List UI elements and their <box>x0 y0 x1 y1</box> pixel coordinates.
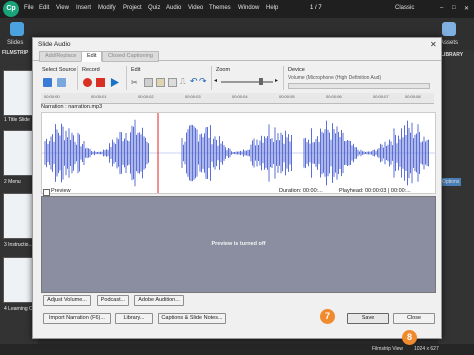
paste-icon[interactable] <box>156 78 165 87</box>
close-button[interactable]: Close <box>393 313 435 324</box>
zoom-slider[interactable] <box>221 81 273 83</box>
menu-themes[interactable]: Themes <box>209 5 231 11</box>
microphone-source-icon[interactable] <box>43 78 52 87</box>
preview-message: Preview is turned off <box>211 241 266 247</box>
edit-label: Edit <box>131 67 141 73</box>
filmstrip-header: FILMSTRIP <box>2 50 29 56</box>
slides-label: Slides <box>7 40 24 46</box>
redo-icon[interactable]: ↷ <box>199 76 207 87</box>
dialog-title: Slide Audio <box>38 41 71 48</box>
duration-label: Duration: <box>279 188 302 194</box>
toolbar-separator <box>77 66 78 90</box>
device-label: Device <box>288 67 305 73</box>
stop-icon[interactable] <box>96 78 105 87</box>
right-panel: LIBRARY Options <box>438 50 474 355</box>
adjust-volume-button[interactable]: Adjust Volume... <box>43 295 91 306</box>
duration-readout: Duration: 00:00:... <box>279 188 323 194</box>
tab-edit[interactable]: Edit <box>81 51 103 62</box>
menu-project[interactable]: Project <box>123 5 142 11</box>
record-icon[interactable] <box>83 78 92 87</box>
ruler-tick: 00:00:04 <box>232 94 248 99</box>
silence-icon[interactable]: ⎍ <box>180 77 186 87</box>
menu-view[interactable]: View <box>56 5 69 11</box>
ruler-tick: 00:00:00 <box>44 94 60 99</box>
captivate-logo: Cp <box>3 1 19 17</box>
copy-icon[interactable] <box>144 78 153 87</box>
menu-edit[interactable]: Edit <box>39 5 49 11</box>
preview-area: Preview is turned off <box>41 196 436 293</box>
narration-file-label: Narration : narration.mp3 <box>41 104 103 110</box>
play-icon[interactable] <box>110 78 119 87</box>
zoom-in-icon[interactable]: ▸ <box>275 77 278 84</box>
menu-modify[interactable]: Modify <box>98 5 116 11</box>
time-total: 00:00:... <box>390 188 411 194</box>
playhead-value: 00:00:03 <box>365 188 387 194</box>
slide-audio-dialog: Slide Audio ✕ Add/Replace Edit Closed Ca… <box>32 37 442 339</box>
adobe-audition-button[interactable]: Adobe Audition... <box>134 295 184 306</box>
preview-label: Preview <box>51 188 71 194</box>
tab-add-replace[interactable]: Add/Replace <box>39 51 83 62</box>
podcast-button[interactable]: Podcast... <box>97 295 129 306</box>
library-button[interactable]: Library... <box>115 313 153 324</box>
ruler-tick: 00:00:08 <box>405 94 421 99</box>
save-button[interactable]: Save <box>347 313 389 324</box>
menu-insert[interactable]: Insert <box>76 5 91 11</box>
menu-video[interactable]: Video <box>188 5 203 11</box>
playhead-readout: Playhead: 00:00:03 | 00:00:... <box>339 188 411 194</box>
toolbar-separator <box>126 66 127 90</box>
page-counter: 1 / 7 <box>310 5 322 11</box>
menu-file[interactable]: File <box>24 5 34 11</box>
assets-label: Assets <box>440 40 459 46</box>
step-8-callout: 8 <box>402 330 417 345</box>
ruler-tick: 00:00:02 <box>138 94 154 99</box>
zoom-slider-thumb[interactable] <box>259 78 263 85</box>
duration-value: 00:00:... <box>302 188 323 194</box>
record-label: Record <box>82 67 100 73</box>
ruler-tick: 00:00:05 <box>279 94 295 99</box>
preview-checkbox[interactable] <box>43 189 50 196</box>
import-narration-button[interactable]: Import Narration (F6)... <box>43 313 111 324</box>
minimize-icon[interactable]: – <box>440 5 443 11</box>
slides-icon[interactable] <box>10 22 24 36</box>
window-close-icon[interactable]: ✕ <box>464 5 469 12</box>
system-audio-source-icon[interactable] <box>57 78 66 87</box>
delete-icon[interactable] <box>168 78 177 87</box>
ruler-tick: 00:00:06 <box>326 94 342 99</box>
maximize-icon[interactable]: □ <box>452 5 456 11</box>
menu-window[interactable]: Window <box>238 5 259 11</box>
audio-waveform[interactable] <box>41 112 436 194</box>
ruler-tick: 00:00:03 <box>185 94 201 99</box>
playhead-label: Playhead: <box>339 188 364 194</box>
assets-icon[interactable] <box>442 22 456 36</box>
menu-quiz[interactable]: Quiz <box>148 5 160 11</box>
volume-meter <box>288 83 430 89</box>
waveform-graph <box>42 113 435 193</box>
zoom-out-icon[interactable]: ◂ <box>214 77 217 84</box>
step-7-callout: 7 <box>320 309 335 324</box>
captions-slide-notes-button[interactable]: Captions & Slide Notes... <box>158 313 226 324</box>
undo-icon[interactable]: ↶ <box>190 76 198 87</box>
close-icon[interactable]: ✕ <box>430 40 437 49</box>
library-header: LIBRARY <box>441 52 464 58</box>
tab-closed-captioning[interactable]: Closed Captioning <box>102 51 159 62</box>
menu-bar: Cp File Edit View Insert Modify Project … <box>0 0 474 18</box>
device-value: Volume (Microphone (High Definition Aud) <box>288 75 382 81</box>
timeline-ruler[interactable]: 00:00:00 00:00:01 00:00:02 00:00:03 00:0… <box>41 93 434 104</box>
cut-icon[interactable]: ✂ <box>131 78 138 87</box>
toolbar-separator <box>283 66 284 90</box>
ruler-tick: 00:00:07 <box>373 94 389 99</box>
toolbar-separator <box>211 66 212 90</box>
zoom-label: Zoom <box>216 67 231 73</box>
ruler-tick: 00:00:01 <box>91 94 107 99</box>
menu-help[interactable]: Help <box>266 5 278 11</box>
resolution: 1024 x 627 <box>414 346 439 352</box>
view-mode[interactable]: Filmstrip View <box>372 346 403 352</box>
menu-audio[interactable]: Audio <box>166 5 181 11</box>
status-bar: Filmstrip View 1024 x 627 <box>0 344 474 355</box>
select-source-label: Select Source <box>42 67 77 73</box>
workspace-switcher[interactable]: Classic <box>395 5 414 11</box>
options-tab[interactable]: Options <box>440 178 462 186</box>
